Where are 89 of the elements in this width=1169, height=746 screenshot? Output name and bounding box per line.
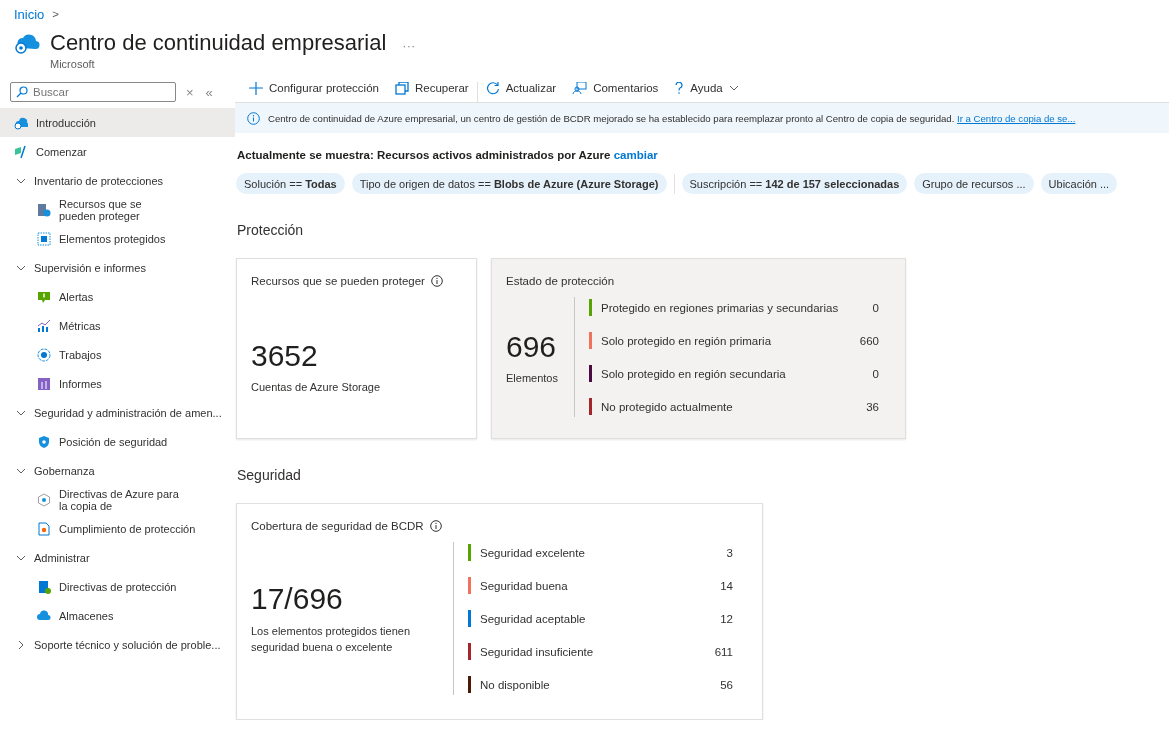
legend-label: Solo protegido en región secundaria bbox=[601, 367, 786, 380]
sidebar-group[interactable]: Gobernanza bbox=[0, 456, 235, 485]
sidebar-group[interactable]: Administrar bbox=[0, 543, 235, 572]
stat-value: 3652 bbox=[251, 339, 319, 373]
document-icon bbox=[37, 521, 51, 536]
filter-pill[interactable]: Suscripción == 142 de 157 seleccionadas bbox=[681, 173, 908, 194]
card-title: Recursos que se pueden proteger bbox=[251, 275, 425, 287]
sidebar-group[interactable]: Seguridad y administración de amen... bbox=[0, 398, 235, 427]
chevron-icon bbox=[728, 83, 739, 93]
add-icon bbox=[249, 82, 263, 95]
sidebar-item[interactable]: Directivas de Azure para la copia de bbox=[0, 485, 235, 514]
legend-label: Seguridad insuficiente bbox=[480, 645, 594, 658]
filter-pill[interactable]: Solución == Todas bbox=[236, 173, 345, 194]
banner-text: Centro de continuidad de Azure empresarial, un centro de gestión de BCDR mejorado se ha establecido para reemplazar pronto al Centro de copia de seguridad. Ir a Centro de copia de se... bbox=[268, 112, 1076, 124]
toolbar-button[interactable]: Ayuda bbox=[666, 82, 747, 102]
copy-icon bbox=[394, 82, 409, 95]
legend-value: 0 bbox=[871, 301, 879, 314]
card-title: Estado de protección bbox=[506, 275, 615, 287]
sidebar-item[interactable]: Informes bbox=[0, 369, 235, 398]
chart-icon bbox=[37, 318, 51, 333]
sidebar-item[interactable]: Almacenes bbox=[0, 601, 235, 630]
page-title: Centro de continuidad empresarial bbox=[50, 30, 387, 56]
legend-value: 3 bbox=[725, 546, 733, 559]
sidebar-group[interactable]: Supervisión e informes bbox=[0, 253, 235, 282]
legend-label: Seguridad aceptable bbox=[480, 612, 586, 625]
more-button[interactable]: ··· bbox=[400, 38, 418, 53]
stat-caption: Cuentas de Azure Storage bbox=[251, 381, 382, 393]
flag-icon bbox=[14, 144, 28, 159]
legend-value: 14 bbox=[719, 579, 733, 592]
sidebar-item[interactable]: Recursos que se pueden proteger bbox=[0, 195, 235, 224]
sidebar-item[interactable]: Introducción bbox=[0, 108, 235, 137]
help-icon bbox=[674, 82, 685, 95]
scope-text: Actualmente se muestra: Recursos activos administrados por Azure cambiar bbox=[237, 149, 659, 161]
hexagon-icon bbox=[37, 492, 51, 507]
refresh-icon bbox=[485, 82, 500, 95]
document-icon bbox=[37, 579, 51, 594]
sidebar-item[interactable]: Trabajos bbox=[0, 340, 235, 369]
toolbar-button[interactable]: Configurar protección bbox=[241, 82, 387, 102]
legend-value: 611 bbox=[713, 645, 733, 658]
sidebar-group[interactable]: Soporte técnico y solución de proble... bbox=[0, 630, 235, 659]
collapse-button[interactable]: « bbox=[203, 84, 215, 100]
cloud-icon bbox=[14, 115, 28, 130]
info-icon bbox=[247, 111, 260, 125]
breadcrumb-separator: > bbox=[52, 8, 60, 20]
sidebar-item[interactable]: Comenzar bbox=[0, 137, 235, 166]
sidebar-item[interactable]: Directivas de protección bbox=[0, 572, 235, 601]
report-icon bbox=[37, 376, 51, 391]
server-icon bbox=[37, 202, 51, 217]
sidebar-item[interactable]: Elementos protegidos bbox=[0, 224, 235, 253]
cloud-icon bbox=[37, 608, 51, 623]
legend-value: 56 bbox=[719, 678, 733, 691]
toolbar-button[interactable]: Comentarios bbox=[564, 82, 667, 102]
filter-pill[interactable]: Tipo de origen de datos == Blobs de Azure (Azure Storage) bbox=[351, 173, 667, 194]
banner-link[interactable]: Ir a Centro de copia de se... bbox=[957, 112, 1076, 124]
stat-caption: Los elementos protegidos tienen seguridad buena o excelente bbox=[251, 624, 411, 655]
legend-label: No disponible bbox=[480, 678, 550, 691]
card-title: Cobertura de seguridad de BCDR bbox=[251, 520, 424, 532]
filter-pill[interactable]: Grupo de recursos ... bbox=[914, 173, 1034, 194]
stat-caption: Elementos bbox=[506, 372, 558, 384]
legend-label: Protegido en regiones primarias y secundarias bbox=[601, 301, 839, 314]
sidebar-item[interactable]: Métricas bbox=[0, 311, 235, 340]
chevron-icon bbox=[16, 639, 26, 650]
legend-value: 660 bbox=[858, 334, 879, 347]
section-title: Seguridad bbox=[237, 467, 302, 483]
clear-button[interactable]: × bbox=[184, 84, 196, 100]
sidebar-group[interactable]: Inventario de protecciones bbox=[0, 166, 235, 195]
stat-value: 17/696 bbox=[251, 582, 344, 617]
sidebar-item[interactable]: Alertas bbox=[0, 282, 235, 311]
change-link[interactable]: cambiar bbox=[613, 149, 658, 161]
toolbar-button[interactable]: Recuperar bbox=[386, 82, 477, 102]
page-subtitle: Microsoft bbox=[50, 58, 96, 70]
legend-value: 36 bbox=[865, 400, 879, 413]
legend-label: Solo protegido en región primaria bbox=[601, 334, 772, 347]
filter-pill[interactable]: Ubicación ... bbox=[1040, 173, 1118, 194]
feedback-icon bbox=[572, 82, 588, 95]
toolbar-button[interactable]: Actualizar bbox=[477, 82, 565, 102]
section-title: Protección bbox=[237, 222, 305, 238]
sidebar-item[interactable]: Posición de seguridad bbox=[0, 427, 235, 456]
shield-icon bbox=[37, 434, 51, 449]
sidebar-item[interactable]: Cumplimiento de protección bbox=[0, 514, 235, 543]
legend-label: No protegido actualmente bbox=[601, 400, 733, 413]
breadcrumb-link[interactable]: Inicio bbox=[14, 6, 45, 22]
stat-value: 696 bbox=[506, 330, 558, 364]
legend-value: 12 bbox=[719, 612, 733, 625]
alert-icon bbox=[37, 289, 51, 304]
search-field[interactable]: Buscar bbox=[10, 82, 176, 102]
legend-label: Seguridad excelente bbox=[480, 546, 585, 559]
legend-value: 0 bbox=[871, 367, 879, 380]
legend-label: Seguridad buena bbox=[480, 579, 568, 592]
